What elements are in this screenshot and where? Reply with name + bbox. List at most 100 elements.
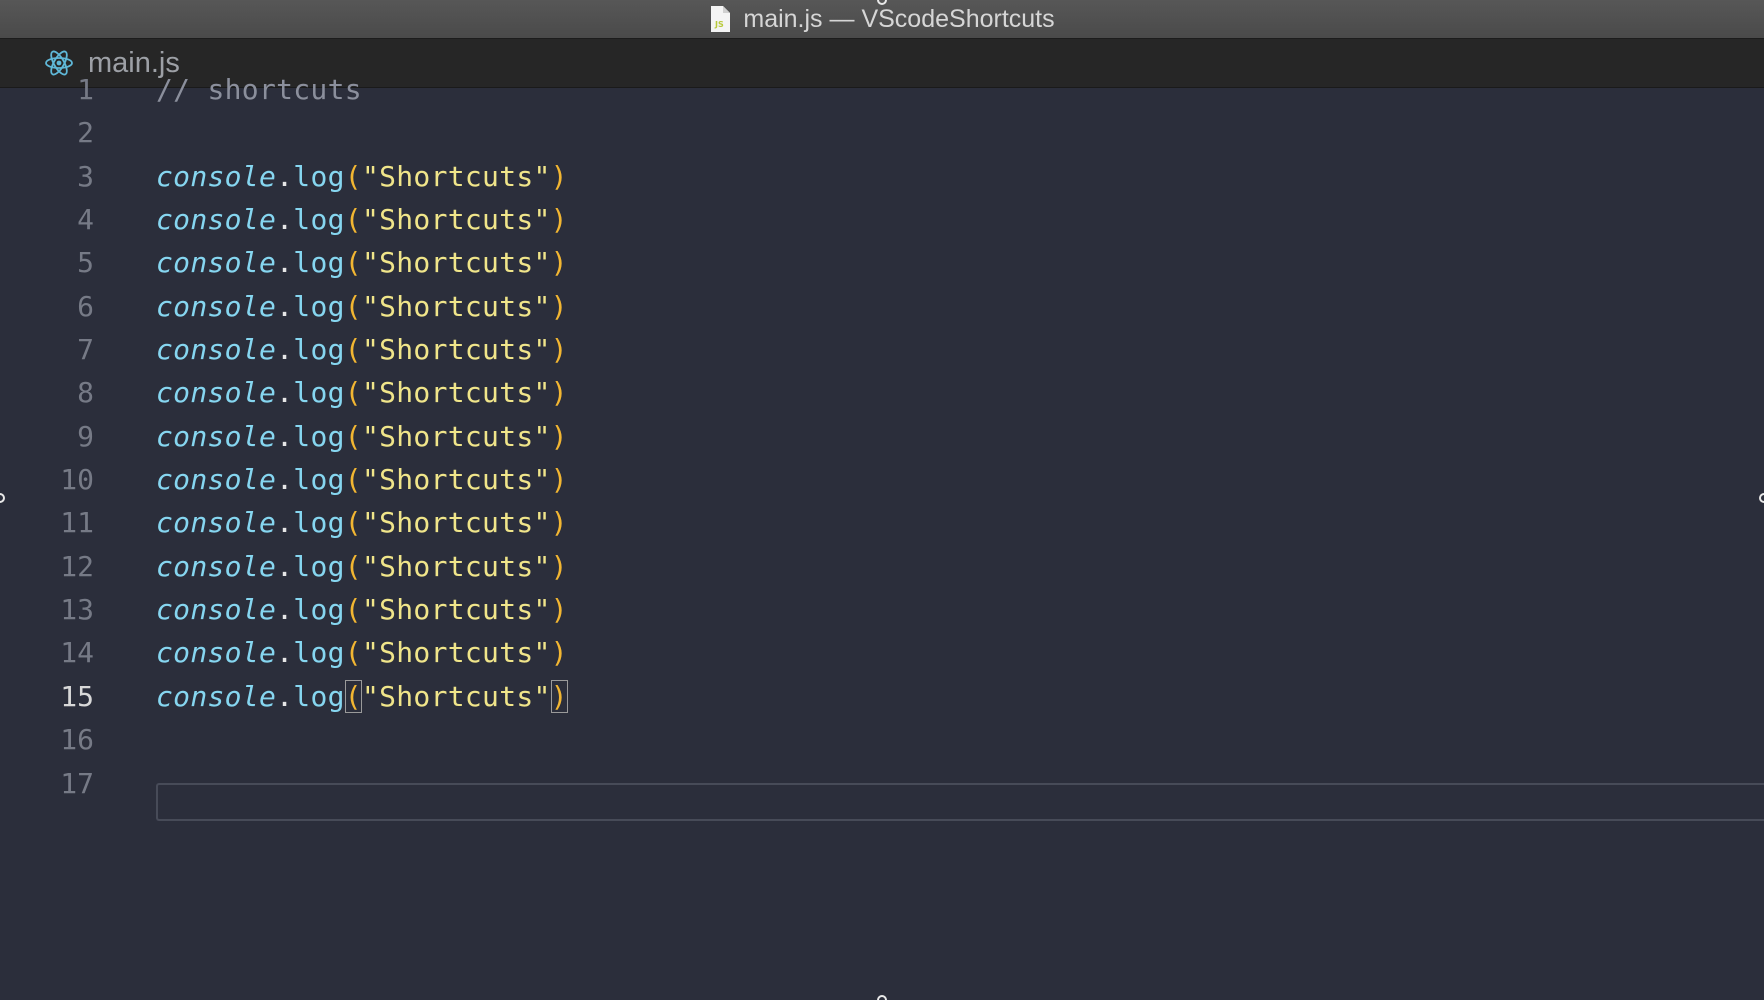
object-token: console — [156, 203, 277, 236]
object-token: console — [156, 420, 277, 453]
object-token: console — [156, 246, 277, 279]
code-line[interactable]: 1 // shortcuts — [0, 68, 1764, 111]
close-paren-token: ) — [550, 636, 568, 669]
function-token: log — [293, 420, 345, 453]
function-token: log — [293, 246, 345, 279]
code-line[interactable]: 5 console.log("Shortcuts") — [0, 241, 1764, 284]
close-paren-token: ) — [550, 420, 568, 453]
string-token: "Shortcuts" — [361, 246, 551, 279]
string-token: "Shortcuts" — [361, 680, 551, 713]
line-number: 16 — [60, 723, 94, 756]
resize-handle-bottom[interactable] — [877, 995, 887, 1000]
function-token: log — [293, 593, 345, 626]
comment-token: // shortcuts — [156, 73, 362, 106]
code-line[interactable]: 8 console.log("Shortcuts") — [0, 371, 1764, 414]
open-paren-token: ( — [344, 420, 362, 453]
line-number: 13 — [60, 593, 94, 626]
close-paren-token: ) — [550, 506, 568, 539]
object-token: console — [156, 506, 277, 539]
code-editor[interactable]: 1// shortcuts 2 3 console.log("Shortcuts") 4… — [0, 73, 1764, 1000]
object-token: console — [156, 463, 277, 496]
code-line[interactable]: 17 — [0, 762, 1764, 805]
function-token: log — [293, 506, 345, 539]
code-line[interactable]: 14 console.log("Shortcuts") — [0, 631, 1764, 674]
function-token: log — [293, 333, 345, 366]
close-paren-token: ) — [550, 203, 568, 236]
string-token: "Shortcuts" — [361, 420, 551, 453]
open-paren-token: ( — [344, 246, 362, 279]
code-text: console.log("Shortcuts") — [156, 420, 568, 453]
line-number: 14 — [60, 636, 94, 669]
string-token: "Shortcuts" — [361, 506, 551, 539]
dot-token: . — [276, 376, 294, 409]
dot-token: . — [276, 333, 294, 366]
code-line[interactable]: 7 console.log("Shortcuts") — [0, 328, 1764, 371]
code-text: // shortcuts — [156, 73, 362, 106]
code-text: console.log("Shortcuts") — [156, 246, 568, 279]
window-title: main.js — VScodeShortcuts — [743, 4, 1055, 33]
string-token: "Shortcuts" — [361, 160, 551, 193]
close-paren-token: ) — [550, 333, 568, 366]
object-token: console — [156, 376, 277, 409]
code-text: console.log("Shortcuts") — [156, 463, 568, 496]
code-text: console.log("Shortcuts") — [156, 376, 568, 409]
dot-token: . — [276, 550, 294, 583]
object-token: console — [156, 636, 277, 669]
string-token: "Shortcuts" — [361, 636, 551, 669]
function-token: log — [293, 160, 345, 193]
code-text: console.log("Shortcuts") — [156, 680, 568, 713]
string-token: "Shortcuts" — [361, 463, 551, 496]
line-number: 5 — [77, 246, 94, 279]
dot-token: . — [276, 506, 294, 539]
dot-token: . — [276, 420, 294, 453]
function-token: log — [293, 463, 345, 496]
open-paren-token: ( — [344, 593, 362, 626]
code-text: console.log("Shortcuts") — [156, 203, 568, 236]
object-token: console — [156, 290, 277, 323]
code-line[interactable]: 3 console.log("Shortcuts") — [0, 155, 1764, 198]
code-line[interactable]: 13 console.log("Shortcuts") — [0, 588, 1764, 631]
dot-token: . — [276, 680, 294, 713]
title-bar[interactable]: JS main.js — VScodeShortcuts — [0, 0, 1764, 39]
string-token: "Shortcuts" — [361, 593, 551, 626]
code-line[interactable]: 9 console.log("Shortcuts") — [0, 415, 1764, 458]
code-line[interactable]: 12 console.log("Shortcuts") — [0, 545, 1764, 588]
code-line[interactable]: 11 console.log("Shortcuts") — [0, 501, 1764, 544]
editor-window: JS main.js — VScodeShortcuts main.js 1// — [0, 0, 1764, 1000]
line-number: 12 — [60, 550, 94, 583]
line-number: 17 — [60, 767, 94, 800]
function-token: log — [293, 376, 345, 409]
dot-token: . — [276, 636, 294, 669]
open-paren-token: ( — [344, 636, 362, 669]
dot-token: . — [276, 463, 294, 496]
line-number: 15 — [60, 680, 94, 713]
open-paren-token: ( — [344, 376, 362, 409]
code-line[interactable]: 2 — [0, 111, 1764, 154]
close-paren-token: ) — [550, 290, 568, 323]
code-text: console.log("Shortcuts") — [156, 160, 568, 193]
string-token: "Shortcuts" — [361, 376, 551, 409]
resize-handle-right[interactable] — [1759, 493, 1764, 503]
dot-token: . — [276, 160, 294, 193]
dot-token: . — [276, 203, 294, 236]
code-text: console.log("Shortcuts") — [156, 506, 568, 539]
code-line[interactable]: 6 console.log("Shortcuts") — [0, 285, 1764, 328]
open-paren-token: ( — [344, 506, 362, 539]
code-line[interactable]: 10 console.log("Shortcuts") — [0, 458, 1764, 501]
open-paren-token: ( — [344, 160, 362, 193]
open-paren-token: ( — [344, 463, 362, 496]
line-number: 6 — [77, 290, 94, 323]
open-paren-token: ( — [344, 203, 362, 236]
code-line[interactable]: 4 console.log("Shortcuts") — [0, 198, 1764, 241]
code-line[interactable]: 15 console.log("Shortcuts") — [0, 675, 1764, 718]
function-token: log — [293, 203, 345, 236]
object-token: console — [156, 160, 277, 193]
code-line[interactable]: 16 — [0, 718, 1764, 761]
line-number: 2 — [77, 116, 94, 149]
open-paren-token: ( — [344, 680, 362, 713]
line-number: 4 — [77, 203, 94, 236]
close-paren-token: ) — [550, 160, 568, 193]
function-token: log — [293, 550, 345, 583]
object-token: console — [156, 593, 277, 626]
line-number: 11 — [60, 506, 94, 539]
